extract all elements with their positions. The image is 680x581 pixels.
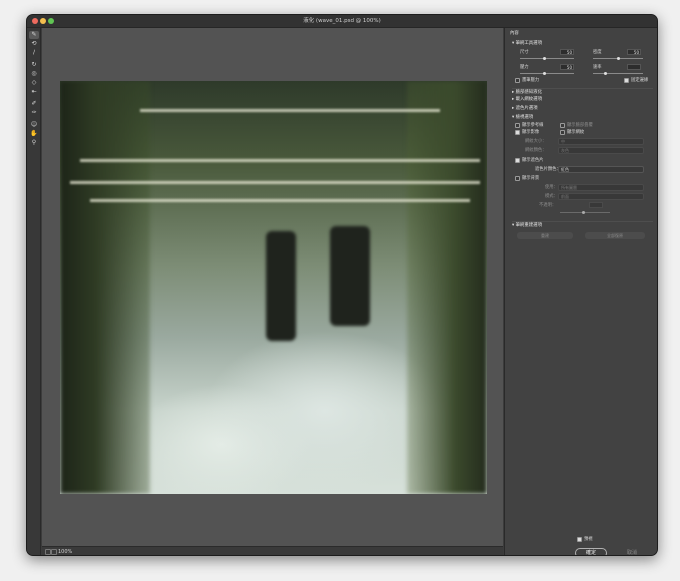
panel-header: 內容 — [510, 31, 519, 36]
size-slider-knob[interactable] — [543, 57, 546, 60]
actual-pixels-icon[interactable] — [51, 549, 57, 555]
show-face-overlay-checkbox[interactable] — [560, 123, 565, 128]
backdrop-opacity-field[interactable] — [589, 202, 603, 208]
mesh-color-label: 網紋顏色： — [525, 148, 547, 153]
hand-tool-icon[interactable]: ✋ — [29, 130, 39, 138]
pressure-slider-knob[interactable] — [543, 72, 546, 75]
show-backdrop-checkbox[interactable] — [515, 176, 520, 181]
status-bar: 100% — [42, 546, 503, 555]
section-load-mesh-options[interactable]: ▸ 載入網紋選項 — [512, 97, 542, 103]
show-mask-label: 顯示遮色片 — [522, 158, 544, 163]
forward-warp-tool-icon[interactable]: ✎ — [29, 31, 39, 39]
image-trees-right — [407, 81, 487, 494]
section-title: 筆刷工具選項 — [515, 41, 542, 46]
section-title: 檢視選項 — [515, 115, 534, 120]
image-trees-left — [60, 81, 150, 494]
show-guides-label: 顯示參考線 — [522, 123, 544, 128]
image-reflection-band — [70, 181, 480, 184]
rate-slider[interactable] — [593, 73, 643, 74]
section-brush-reconstruct-options[interactable]: ▾ 筆刷重建選項 — [512, 221, 653, 229]
mask-color-label: 遮色片顏色： — [535, 167, 561, 172]
image-reflection-band — [80, 159, 480, 162]
thaw-mask-tool-icon[interactable]: ✑ — [29, 109, 39, 117]
preview-image[interactable] — [60, 81, 487, 494]
smooth-tool-icon[interactable]: ∕ — [29, 49, 39, 57]
pin-edges-label: 固定邊緣 — [631, 78, 649, 83]
image-figure-right — [330, 226, 370, 326]
section-face-aware-liquify[interactable]: ▸ 臉部感知液化 — [512, 88, 653, 96]
density-field[interactable]: 50 — [627, 49, 641, 55]
section-brush-tool-options[interactable]: ▾ 筆刷工具選項 — [512, 41, 542, 47]
reconstruct-button[interactable]: 重建 — [517, 232, 573, 239]
ok-button[interactable]: 確定 — [575, 548, 607, 555]
freeze-mask-tool-icon[interactable]: ✐ — [29, 100, 39, 108]
size-field[interactable]: 50 — [560, 49, 574, 55]
show-mesh-checkbox[interactable] — [560, 130, 565, 135]
twirl-clockwise-tool-icon[interactable]: ↻ — [29, 61, 39, 69]
section-mask-options[interactable]: ▸ 遮色片選項 — [512, 106, 538, 112]
section-title: 載入網紋選項 — [515, 97, 542, 102]
show-mask-checkbox[interactable] — [515, 158, 520, 163]
backdrop-mode-label: 模式： — [545, 194, 558, 199]
bloat-tool-icon[interactable]: ◇ — [29, 79, 39, 87]
liquify-toolbar: ✎ ⟲ ∕ ↻ ◎ ◇ ⇤ ✐ ✑ ☺ ✋ ⚲ — [27, 28, 41, 555]
image-reflection-band — [90, 199, 470, 202]
mesh-size-select[interactable]: 中 — [558, 138, 644, 145]
zoom-tool-icon[interactable]: ⚲ — [29, 139, 39, 147]
mask-color-select[interactable]: 紅色 — [558, 166, 644, 173]
show-image-checkbox[interactable] — [515, 130, 520, 135]
pin-edges-checkbox[interactable] — [624, 78, 629, 83]
reconstruct-tool-icon[interactable]: ⟲ — [29, 40, 39, 48]
push-left-tool-icon[interactable]: ⇤ — [29, 88, 39, 96]
properties-panel: 內容 ▾ 筆刷工具選項 尺寸 50 密度 50 壓力 50 速率 畫筆壓力 固定… — [504, 28, 657, 555]
size-label: 尺寸 — [520, 50, 529, 55]
rate-field[interactable] — [627, 64, 641, 70]
preview-label: 預視 — [584, 537, 593, 542]
backdrop-opacity-slider[interactable] — [560, 212, 610, 213]
stylus-pressure-checkbox[interactable] — [515, 78, 520, 83]
pucker-tool-icon[interactable]: ◎ — [29, 70, 39, 78]
liquify-dialog-window: 液化 (wave_01.psd @ 100%) ✎ ⟲ ∕ ↻ ◎ ◇ ⇤ ✐ … — [26, 14, 658, 556]
show-mesh-label: 顯示網紋 — [567, 130, 585, 135]
face-tool-icon[interactable]: ☺ — [29, 121, 39, 129]
cancel-button[interactable]: 取消 — [617, 548, 647, 555]
mesh-size-label: 網紋大小： — [525, 139, 547, 144]
density-label: 密度 — [593, 50, 602, 55]
pressure-field[interactable]: 50 — [560, 64, 574, 70]
rate-slider-knob[interactable] — [604, 72, 607, 75]
preview-canvas-area[interactable] — [42, 28, 503, 546]
section-title: 臉部感知液化 — [515, 90, 542, 95]
pressure-label: 壓力 — [520, 65, 529, 70]
section-title: 筆刷重建選項 — [515, 223, 542, 228]
title-bar: 液化 (wave_01.psd @ 100%) — [27, 15, 657, 28]
stylus-pressure-label: 畫筆壓力 — [522, 78, 540, 83]
backdrop-mode-select[interactable]: 前面 — [558, 193, 644, 200]
rate-label: 速率 — [593, 65, 602, 70]
show-image-label: 顯示影像 — [522, 130, 540, 135]
mesh-color-select[interactable]: 灰色 — [558, 147, 644, 154]
image-figure-left — [266, 231, 296, 341]
section-title: 遮色片選項 — [515, 106, 538, 111]
preview-checkbox[interactable] — [577, 537, 582, 542]
image-reflection-band — [140, 109, 440, 112]
pressure-slider[interactable] — [520, 73, 574, 74]
window-title: 液化 (wave_01.psd @ 100%) — [303, 18, 381, 24]
backdrop-use-label: 使用： — [545, 185, 558, 190]
restore-all-button[interactable]: 全部復原 — [585, 232, 645, 239]
backdrop-use-select[interactable]: 所有圖層 — [558, 184, 644, 191]
backdrop-opacity-slider-knob[interactable] — [582, 211, 585, 214]
size-slider[interactable] — [520, 58, 574, 59]
section-view-options[interactable]: ▾ 檢視選項 — [512, 115, 533, 121]
show-guides-checkbox[interactable] — [515, 123, 520, 128]
zoom-level[interactable]: 100% — [58, 549, 72, 555]
show-face-overlay-label: 顯示臉部疊覆 — [567, 123, 593, 128]
show-backdrop-label: 顯示背景 — [522, 176, 540, 181]
density-slider-knob[interactable] — [617, 57, 620, 60]
backdrop-opacity-label: 不透明： — [539, 203, 557, 208]
